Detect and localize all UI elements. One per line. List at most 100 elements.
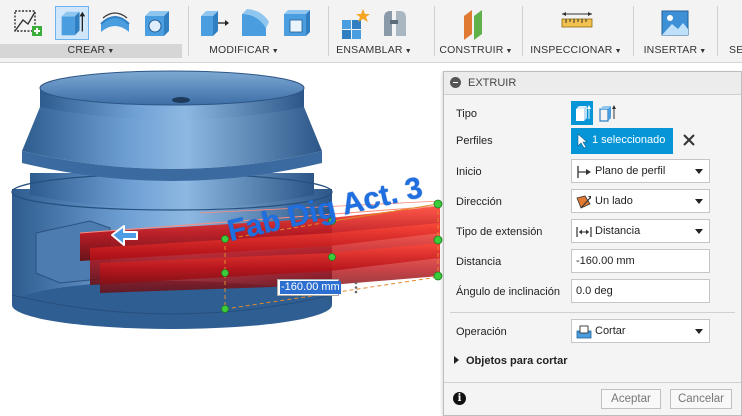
dialog-footer: i Aceptar Cancelar: [444, 382, 741, 415]
row-distancia: Distancia -160.00 mm: [444, 249, 741, 275]
tipo-extension-select[interactable]: Distancia: [571, 219, 710, 243]
extrude-icon[interactable]: [55, 6, 89, 40]
distance-inline-value: -160.00 mm: [280, 281, 341, 294]
fillet-icon[interactable]: [238, 6, 272, 40]
toolbar-group-label: ENSAMBLAR: [336, 44, 403, 56]
distance-icon: [576, 227, 592, 237]
ok-button[interactable]: Aceptar: [601, 389, 661, 409]
row-inicio: Inicio Plano de perfil: [444, 159, 741, 185]
toolbar-separator: [717, 6, 718, 56]
toolbar-group-ensamblar[interactable]: ENSAMBLAR ▼: [332, 0, 416, 62]
row-angulo: Ángulo de inclinación 0.0 deg: [444, 279, 741, 305]
toolbar-separator: [633, 6, 634, 56]
solid-extrude-icon: [576, 105, 591, 121]
chevron-down-icon: [695, 169, 703, 174]
operacion-value: Cortar: [595, 325, 626, 337]
toolbar-group-label: INSERTAR: [643, 44, 698, 56]
info-icon[interactable]: i: [453, 392, 466, 405]
offset-plane-icon[interactable]: [458, 6, 492, 40]
more-options-icon[interactable]: [349, 279, 363, 296]
new-component-icon[interactable]: [338, 6, 372, 40]
toolbar: CREAR ▼ MODIFICAR ▼ ENSAMBLAR ▼ CONSTRUI…: [0, 0, 742, 63]
cursor-arrow-icon: [577, 133, 588, 149]
dropdown-caret-icon: ▼: [699, 48, 707, 55]
cancel-button[interactable]: Cancelar: [670, 389, 732, 409]
row-tipo-extension: Tipo de extensión Distancia: [444, 219, 741, 245]
angulo-input[interactable]: 0.0 deg: [571, 279, 710, 303]
one-side-direction-icon: [576, 195, 591, 209]
chevron-down-icon: [695, 229, 703, 234]
revolve-icon[interactable]: [98, 6, 132, 40]
inicio-label: Inicio: [456, 166, 482, 178]
toolbar-group-crear[interactable]: CREAR ▼: [0, 0, 182, 62]
toolbar-group-label: SE: [729, 44, 742, 56]
type-thin-button[interactable]: [596, 101, 618, 125]
dropdown-caret-icon: ▼: [614, 48, 622, 55]
operacion-select[interactable]: Cortar: [571, 319, 710, 343]
chevron-down-icon: [695, 329, 703, 334]
dropdown-caret-icon: ▼: [404, 48, 412, 55]
row-perfiles: Perfiles 1 seleccionado: [444, 128, 741, 154]
measure-icon[interactable]: [560, 6, 594, 40]
thin-extrude-icon: [599, 105, 616, 122]
angulo-value: 0.0 deg: [576, 285, 613, 297]
direccion-select[interactable]: Un lado: [571, 189, 710, 213]
toolbar-separator: [328, 6, 329, 56]
insert-image-icon[interactable]: [658, 6, 692, 40]
hole-icon[interactable]: [140, 6, 174, 40]
toolbar-group-construir[interactable]: CONSTRUIR ▼: [438, 0, 514, 62]
dialog-header[interactable]: EXTRUIR: [444, 72, 741, 95]
toolbar-group-label: CREAR: [67, 44, 106, 56]
inicio-value: Plano de perfil: [595, 165, 666, 177]
collapse-icon[interactable]: [450, 77, 461, 88]
dialog-title: EXTRUIR: [468, 77, 517, 89]
toolbar-separator: [522, 6, 523, 56]
expand-triangle-icon: [454, 356, 459, 364]
distancia-input[interactable]: -160.00 mm: [571, 249, 710, 273]
row-direccion: Dirección Un lado: [444, 189, 741, 215]
inicio-select[interactable]: Plano de perfil: [571, 159, 710, 183]
perfiles-label: Perfiles: [456, 135, 493, 147]
direccion-label: Dirección: [456, 196, 502, 208]
clear-selection-icon[interactable]: [680, 131, 698, 149]
dialog-divider: [450, 312, 735, 313]
tipo-extension-label: Tipo de extensión: [456, 226, 543, 238]
dropdown-caret-icon: ▼: [505, 48, 513, 55]
shell-icon[interactable]: [280, 6, 314, 40]
joint-icon[interactable]: [378, 6, 412, 40]
toolbar-group-label: CONSTRUIR: [439, 44, 504, 56]
direccion-value: Un lado: [595, 195, 633, 207]
profiles-selection-text: 1 seleccionado: [592, 134, 666, 146]
model-top-hole: [172, 97, 190, 103]
operacion-label: Operación: [456, 326, 507, 338]
dropdown-caret-icon: ▼: [271, 48, 279, 55]
press-pull-icon[interactable]: [196, 6, 230, 40]
row-tipo: Tipo: [444, 101, 741, 127]
distancia-label: Distancia: [456, 256, 502, 268]
extrude-dialog: EXTRUIR Tipo Perfiles 1 seleccionado Ini…: [443, 71, 742, 416]
chevron-down-icon: [695, 199, 703, 204]
toolbar-group-inspeccionar[interactable]: INSPECCIONAR ▼: [526, 0, 626, 62]
dropdown-caret-icon: ▼: [107, 48, 115, 55]
toolbar-group-insertar[interactable]: INSERTAR ▼: [637, 0, 713, 62]
toolbar-group-label: MODIFICAR: [209, 44, 270, 56]
profile-plane-icon: [577, 166, 591, 178]
model-top-face: [39, 70, 305, 106]
tipo-extension-value: Distancia: [595, 225, 641, 237]
type-solid-button[interactable]: [571, 101, 593, 125]
distancia-value: -160.00 mm: [576, 255, 635, 267]
toolbar-group-modificar[interactable]: MODIFICAR ▼: [192, 0, 310, 62]
sketch-icon[interactable]: [10, 6, 44, 40]
angulo-label: Ángulo de inclinación: [456, 286, 560, 298]
toolbar-group-more[interactable]: SE: [723, 0, 742, 62]
toolbar-separator: [434, 6, 435, 56]
tipo-label: Tipo: [456, 108, 477, 120]
distance-inline-input[interactable]: -160.00 mm: [277, 279, 341, 296]
toolbar-group-label: INSPECCIONAR: [530, 44, 613, 56]
objects-to-cut-toggle[interactable]: Objetos para cortar: [454, 355, 567, 367]
cut-operation-icon: [576, 325, 592, 339]
profiles-selection-button[interactable]: 1 seleccionado: [571, 128, 673, 154]
row-operacion: Operación Cortar: [444, 319, 741, 345]
objects-to-cut-label: Objetos para cortar: [466, 355, 568, 367]
toolbar-separator: [188, 6, 189, 56]
